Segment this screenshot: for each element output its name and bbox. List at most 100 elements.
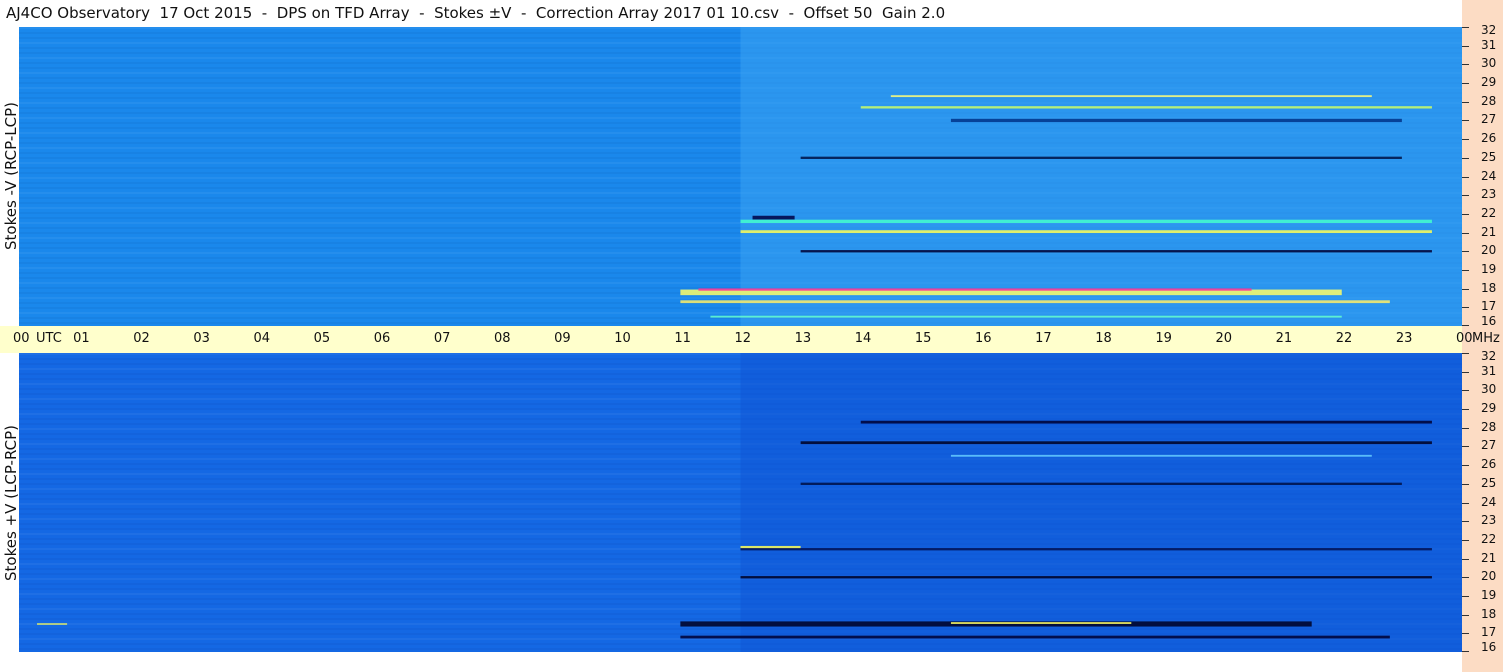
emission-band [680, 300, 1390, 304]
time-tick-label: 16 [975, 331, 992, 346]
frequency-tick-mark [1462, 614, 1469, 616]
frequency-tick-mark [1462, 371, 1469, 373]
frequency-tick-mark [1462, 251, 1469, 253]
time-tick-label: 13 [794, 331, 812, 346]
frequency-tick-label: 25 [1481, 475, 1497, 490]
frequency-tick-mark [1462, 558, 1469, 560]
spectrogram-stokes-minus-v [19, 27, 1462, 326]
frequency-tick-mark [1462, 502, 1469, 504]
frequency-tick-label: 16 [1481, 640, 1497, 654]
frequency-tick-label: 23 [1481, 187, 1497, 202]
time-tick-label: 18 [1095, 331, 1112, 346]
time-tick-label: 17 [1035, 331, 1052, 346]
emission-band [800, 156, 1402, 159]
frequency-tick-mark [1462, 651, 1469, 652]
time-tick-label: 06 [373, 331, 391, 346]
emission-band [740, 230, 1432, 234]
time-tick-label: 22 [1335, 331, 1353, 346]
emission-band [950, 118, 1402, 123]
frequency-tick-label: 24 [1481, 494, 1497, 509]
frequency-tick-mark [1462, 101, 1469, 103]
mhz-unit-label: MHz [1472, 331, 1500, 346]
frequency-tick-label: 17 [1481, 625, 1497, 640]
time-tick-label: 08 [494, 331, 511, 346]
frequency-tick-mark [1462, 307, 1469, 309]
frequency-tick-mark [1462, 64, 1469, 66]
frequency-tick-label: 18 [1481, 280, 1497, 295]
frequency-tick-label: 25 [1481, 149, 1497, 164]
time-tick-label: 10 [614, 331, 631, 346]
emission-band [740, 576, 1432, 579]
frequency-tick-label: 32 [1481, 23, 1497, 37]
frequency-tick-mark [1462, 577, 1469, 579]
frequency-tick-mark [1462, 633, 1469, 635]
spectrogram-stokes-plus-v [19, 353, 1462, 652]
frequency-tick-label: 20 [1481, 243, 1497, 258]
frequency-tick-label: 32 [1481, 349, 1497, 363]
time-tick-label: 00 [13, 331, 30, 346]
emission-band [950, 454, 1372, 457]
frequency-tick-mark [1462, 195, 1469, 197]
emission-band [950, 622, 1132, 624]
frequency-tick-mark [1462, 427, 1469, 429]
frequency-tick-label: 31 [1481, 363, 1497, 378]
frequency-tick-mark [1462, 27, 1469, 28]
time-axis: 00 01 02 03 04 05 06 07 08 09 10 11 12 13 14 15 16 17 18 19… [0, 326, 1500, 353]
frequency-tick-mark [1462, 288, 1469, 290]
emission-band [860, 420, 1432, 424]
frequency-tick-mark [1462, 521, 1469, 523]
frequency-tick-label: 16 [1481, 314, 1497, 328]
frequency-tick-label: 23 [1481, 513, 1497, 528]
frequency-tick-label: 21 [1481, 224, 1497, 239]
utc-label: UTC [36, 331, 62, 346]
frequency-tick-mark [1462, 595, 1469, 597]
spectrogram-top-svg [19, 27, 1462, 326]
time-tick-label: 11 [674, 331, 691, 346]
emission-band [752, 215, 795, 220]
frequency-tick-label: 29 [1481, 401, 1497, 416]
time-tick-label: 19 [1155, 331, 1172, 346]
time-tick-label: 04 [253, 331, 271, 346]
emission-band [890, 95, 1372, 98]
frequency-tick-label: 26 [1481, 457, 1497, 472]
emission-band [800, 482, 1402, 485]
frequency-tick-label: 30 [1481, 56, 1497, 71]
frequency-tick-mark [1462, 409, 1469, 411]
frequency-tick-label: 27 [1481, 438, 1497, 453]
frequency-tick-mark [1462, 446, 1469, 448]
chart-title: AJ4CO Observatory 17 Oct 2015 - DPS on T… [6, 4, 946, 22]
emission-band [37, 623, 68, 625]
time-tick-label: 05 [313, 331, 331, 346]
frequency-tick-mark [1462, 390, 1469, 392]
time-tick-label: 12 [734, 331, 752, 346]
emission-band [740, 548, 1432, 551]
frequency-tick-label: 22 [1481, 531, 1497, 546]
frequency-tick-label: 19 [1481, 587, 1497, 602]
frequency-tick-label: 24 [1481, 168, 1497, 183]
y-axis-label-top: Stokes -V (RCP-LCP) [2, 102, 20, 250]
frequency-tick-label: 31 [1481, 37, 1497, 52]
emission-band [860, 106, 1432, 109]
time-tick-label: 15 [914, 331, 932, 346]
frequency-tick-mark [1462, 325, 1469, 326]
frequency-tick-mark [1462, 232, 1469, 234]
time-tick-label: 02 [133, 331, 150, 346]
spectrogram-bottom-svg [19, 353, 1462, 652]
frequency-tick-label: 27 [1481, 112, 1497, 127]
time-tick-label: 20 [1215, 331, 1233, 346]
emission-band [800, 250, 1432, 253]
frequency-tick-mark [1462, 483, 1469, 485]
emission-band [710, 315, 1342, 318]
frequency-tick-mark [1462, 83, 1469, 85]
frequency-tick-label: 18 [1481, 606, 1497, 621]
time-tick-label: 23 [1395, 331, 1413, 346]
time-tick-label: 14 [854, 331, 872, 346]
frequency-tick-mark [1462, 213, 1469, 215]
time-tick-label: 00 [1456, 331, 1473, 346]
frequency-tick-mark [1462, 353, 1469, 354]
time-tick-label: 21 [1275, 331, 1293, 346]
frequency-tick-mark [1462, 176, 1469, 178]
emission-band [800, 441, 1432, 445]
frequency-tick-mark [1462, 139, 1469, 141]
frequency-tick-label: 29 [1481, 75, 1497, 90]
